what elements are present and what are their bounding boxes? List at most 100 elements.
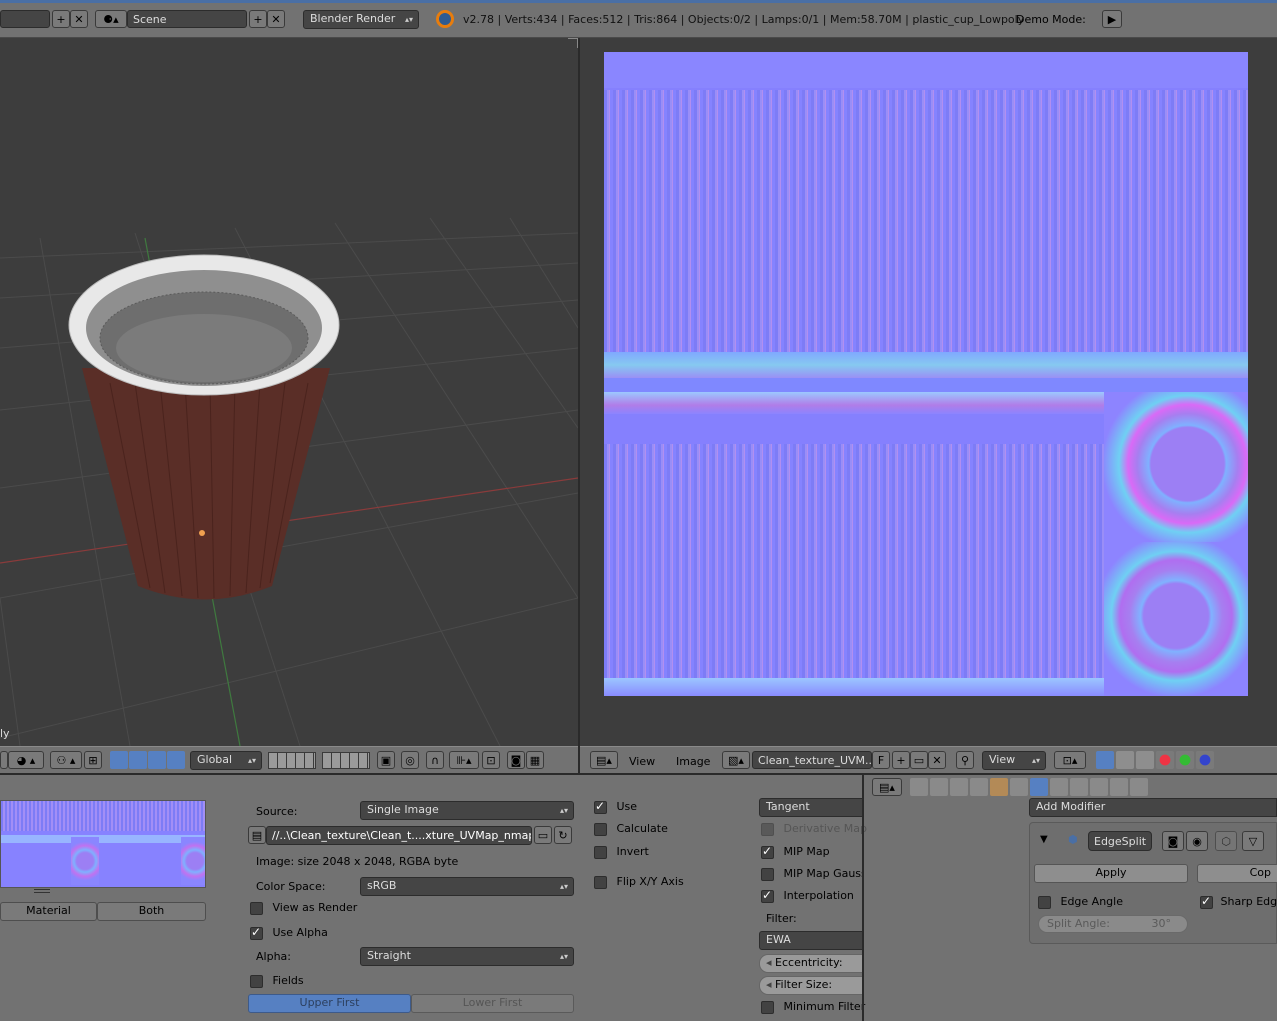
filter-dropdown[interactable]: EWA	[759, 931, 863, 950]
fields-checkbox[interactable]	[250, 974, 263, 988]
shading-selector[interactable]: ◕ ▴	[8, 751, 44, 769]
layers-grid-2[interactable]	[322, 752, 370, 769]
flip-xy-checkbox[interactable]	[594, 875, 607, 889]
collapse-icon[interactable]: ▼	[1040, 834, 1048, 845]
browse-file-icon[interactable]: ▭	[534, 826, 552, 844]
add-screen-icon[interactable]: +	[52, 10, 70, 28]
alpha-dropdown[interactable]: Straight ▴▾	[360, 947, 574, 966]
pivot-icon[interactable]: ⊡▴	[1054, 751, 1086, 769]
editor-type-icon[interactable]: ▤▴	[590, 751, 618, 769]
filepath-field[interactable]: //..\Clean_texture\Clean_t....xture_UVMa…	[266, 826, 532, 845]
properties-divider[interactable]	[862, 775, 864, 1021]
render-toggle-icon[interactable]: ◙	[1162, 831, 1184, 851]
calculate-checkbox[interactable]	[594, 822, 607, 836]
fake-user-button[interactable]: F	[872, 751, 890, 769]
image-file-icon[interactable]: ▤	[248, 826, 266, 844]
modifiers-tab-icon[interactable]	[1030, 778, 1048, 796]
scene-name-field[interactable]: Scene	[127, 10, 247, 28]
render-tab-icon[interactable]	[910, 778, 928, 796]
scene-selector-icon[interactable]: ⚈▴	[95, 10, 127, 28]
tab-both[interactable]: Both	[97, 902, 206, 921]
use-alpha-checkbox[interactable]	[250, 925, 263, 940]
fields-row[interactable]: Fields	[250, 974, 304, 988]
manipulator-icon[interactable]	[110, 751, 128, 769]
minimum-filter-row[interactable]: Minimum Filter	[761, 1000, 865, 1014]
derivative-map-checkbox[interactable]	[761, 822, 774, 836]
edge-angle-checkbox[interactable]	[1038, 895, 1051, 909]
mode-selector[interactable]	[0, 751, 8, 769]
z-buffer-icon[interactable]	[1136, 751, 1154, 769]
data-tab-icon[interactable]	[1050, 778, 1068, 796]
minimum-filter-checkbox[interactable]	[761, 1000, 774, 1014]
reload-icon[interactable]: ↻	[554, 826, 572, 844]
view-mode-dropdown[interactable]: View ▴▾	[982, 751, 1046, 770]
render-anim-icon[interactable]: ▦	[526, 751, 544, 769]
red-channel-icon[interactable]	[1156, 751, 1174, 769]
copy-button[interactable]: Cop	[1197, 864, 1277, 883]
layers-tab-icon[interactable]	[930, 778, 948, 796]
texture-tab-icon[interactable]	[1090, 778, 1108, 796]
use-alpha-row[interactable]: Use Alpha	[250, 925, 328, 940]
mip-map-gauss-checkbox[interactable]	[761, 867, 774, 881]
derivative-map-row[interactable]: Derivative Map	[761, 822, 867, 836]
proportional-edit-icon[interactable]: ◎	[401, 751, 419, 769]
snap-icon[interactable]: ⊞	[84, 751, 102, 769]
view-as-render-row[interactable]: View as Render	[250, 901, 357, 915]
interpolation-row[interactable]: Interpolation	[761, 888, 854, 903]
pivot-selector[interactable]: ⚇ ▴	[50, 751, 82, 769]
upper-first-button[interactable]: Upper First	[248, 994, 411, 1013]
rotate-icon[interactable]	[148, 751, 166, 769]
flip-xy-row[interactable]: Flip X/Y Axis	[594, 875, 684, 889]
new-image-icon[interactable]: +	[892, 751, 910, 769]
material-tab-icon[interactable]	[1070, 778, 1088, 796]
color-space-dropdown[interactable]: sRGB ▴▾	[360, 877, 574, 896]
calculate-row[interactable]: Calculate	[594, 822, 668, 836]
layers-grid[interactable]	[268, 752, 316, 769]
menu-view[interactable]: View	[629, 755, 655, 768]
menu-image[interactable]: Image	[676, 755, 710, 768]
open-image-icon[interactable]: ▭	[910, 751, 928, 769]
image-name-field[interactable]: Clean_texture_UVM...	[752, 751, 872, 769]
scale-icon[interactable]	[167, 751, 185, 769]
physics-tab-icon[interactable]	[1130, 778, 1148, 796]
add-scene-icon[interactable]: +	[249, 10, 267, 28]
translate-icon[interactable]	[129, 751, 147, 769]
render-icon[interactable]: ◙	[507, 751, 525, 769]
draw-channels-icon[interactable]	[1096, 751, 1114, 769]
area-split-handle[interactable]	[568, 38, 578, 48]
blue-channel-icon[interactable]	[1196, 751, 1214, 769]
particles-tab-icon[interactable]	[1110, 778, 1128, 796]
use-row[interactable]: Use	[594, 799, 637, 814]
render-engine-dropdown[interactable]: Blender Render ▴▾	[303, 10, 419, 29]
mip-map-row[interactable]: MIP Map	[761, 844, 830, 859]
alpha-icon[interactable]	[1116, 751, 1134, 769]
remove-scene-icon[interactable]: ✕	[267, 10, 285, 28]
lock-layer-icon[interactable]: ▣	[377, 751, 395, 769]
properties-editor-icon[interactable]: ▤▴	[872, 778, 902, 796]
constraints-tab-icon[interactable]	[1010, 778, 1028, 796]
image-editor[interactable]	[580, 38, 1277, 746]
object-tab-icon[interactable]	[990, 778, 1008, 796]
image-browse-icon[interactable]: ▧▴	[722, 751, 750, 769]
viewport-3d[interactable]: ly	[0, 38, 578, 746]
lower-first-button[interactable]: Lower First	[411, 994, 574, 1013]
play-icon[interactable]: ▶	[1102, 10, 1122, 28]
interpolation-checkbox[interactable]	[761, 888, 774, 903]
mip-map-checkbox[interactable]	[761, 844, 774, 859]
snap-target-icon[interactable]: ⊡	[482, 751, 500, 769]
modifier-name-field[interactable]: EdgeSplit	[1088, 831, 1152, 851]
snap-element-icon[interactable]: ⊪▴	[449, 751, 479, 769]
edge-angle-row[interactable]: Edge Angle	[1038, 895, 1123, 909]
screen-layout-field[interactable]	[0, 10, 50, 28]
remove-screen-icon[interactable]: ✕	[70, 10, 88, 28]
green-channel-icon[interactable]	[1176, 751, 1194, 769]
invert-checkbox[interactable]	[594, 845, 607, 859]
split-angle-field[interactable]: Split Angle: 30°	[1038, 915, 1188, 933]
preview-resize-handle[interactable]	[34, 889, 50, 893]
tab-material[interactable]: Material	[0, 902, 97, 921]
filter-size-field[interactable]: ◂ Filter Size:	[759, 976, 863, 995]
viewport-toggle-icon[interactable]: ◉	[1186, 831, 1208, 851]
orientation-dropdown[interactable]: Global ▴▾	[190, 751, 262, 770]
pin-icon[interactable]: ⚲	[956, 751, 974, 769]
mip-map-gauss-row[interactable]: MIP Map Gaussi	[761, 867, 863, 881]
